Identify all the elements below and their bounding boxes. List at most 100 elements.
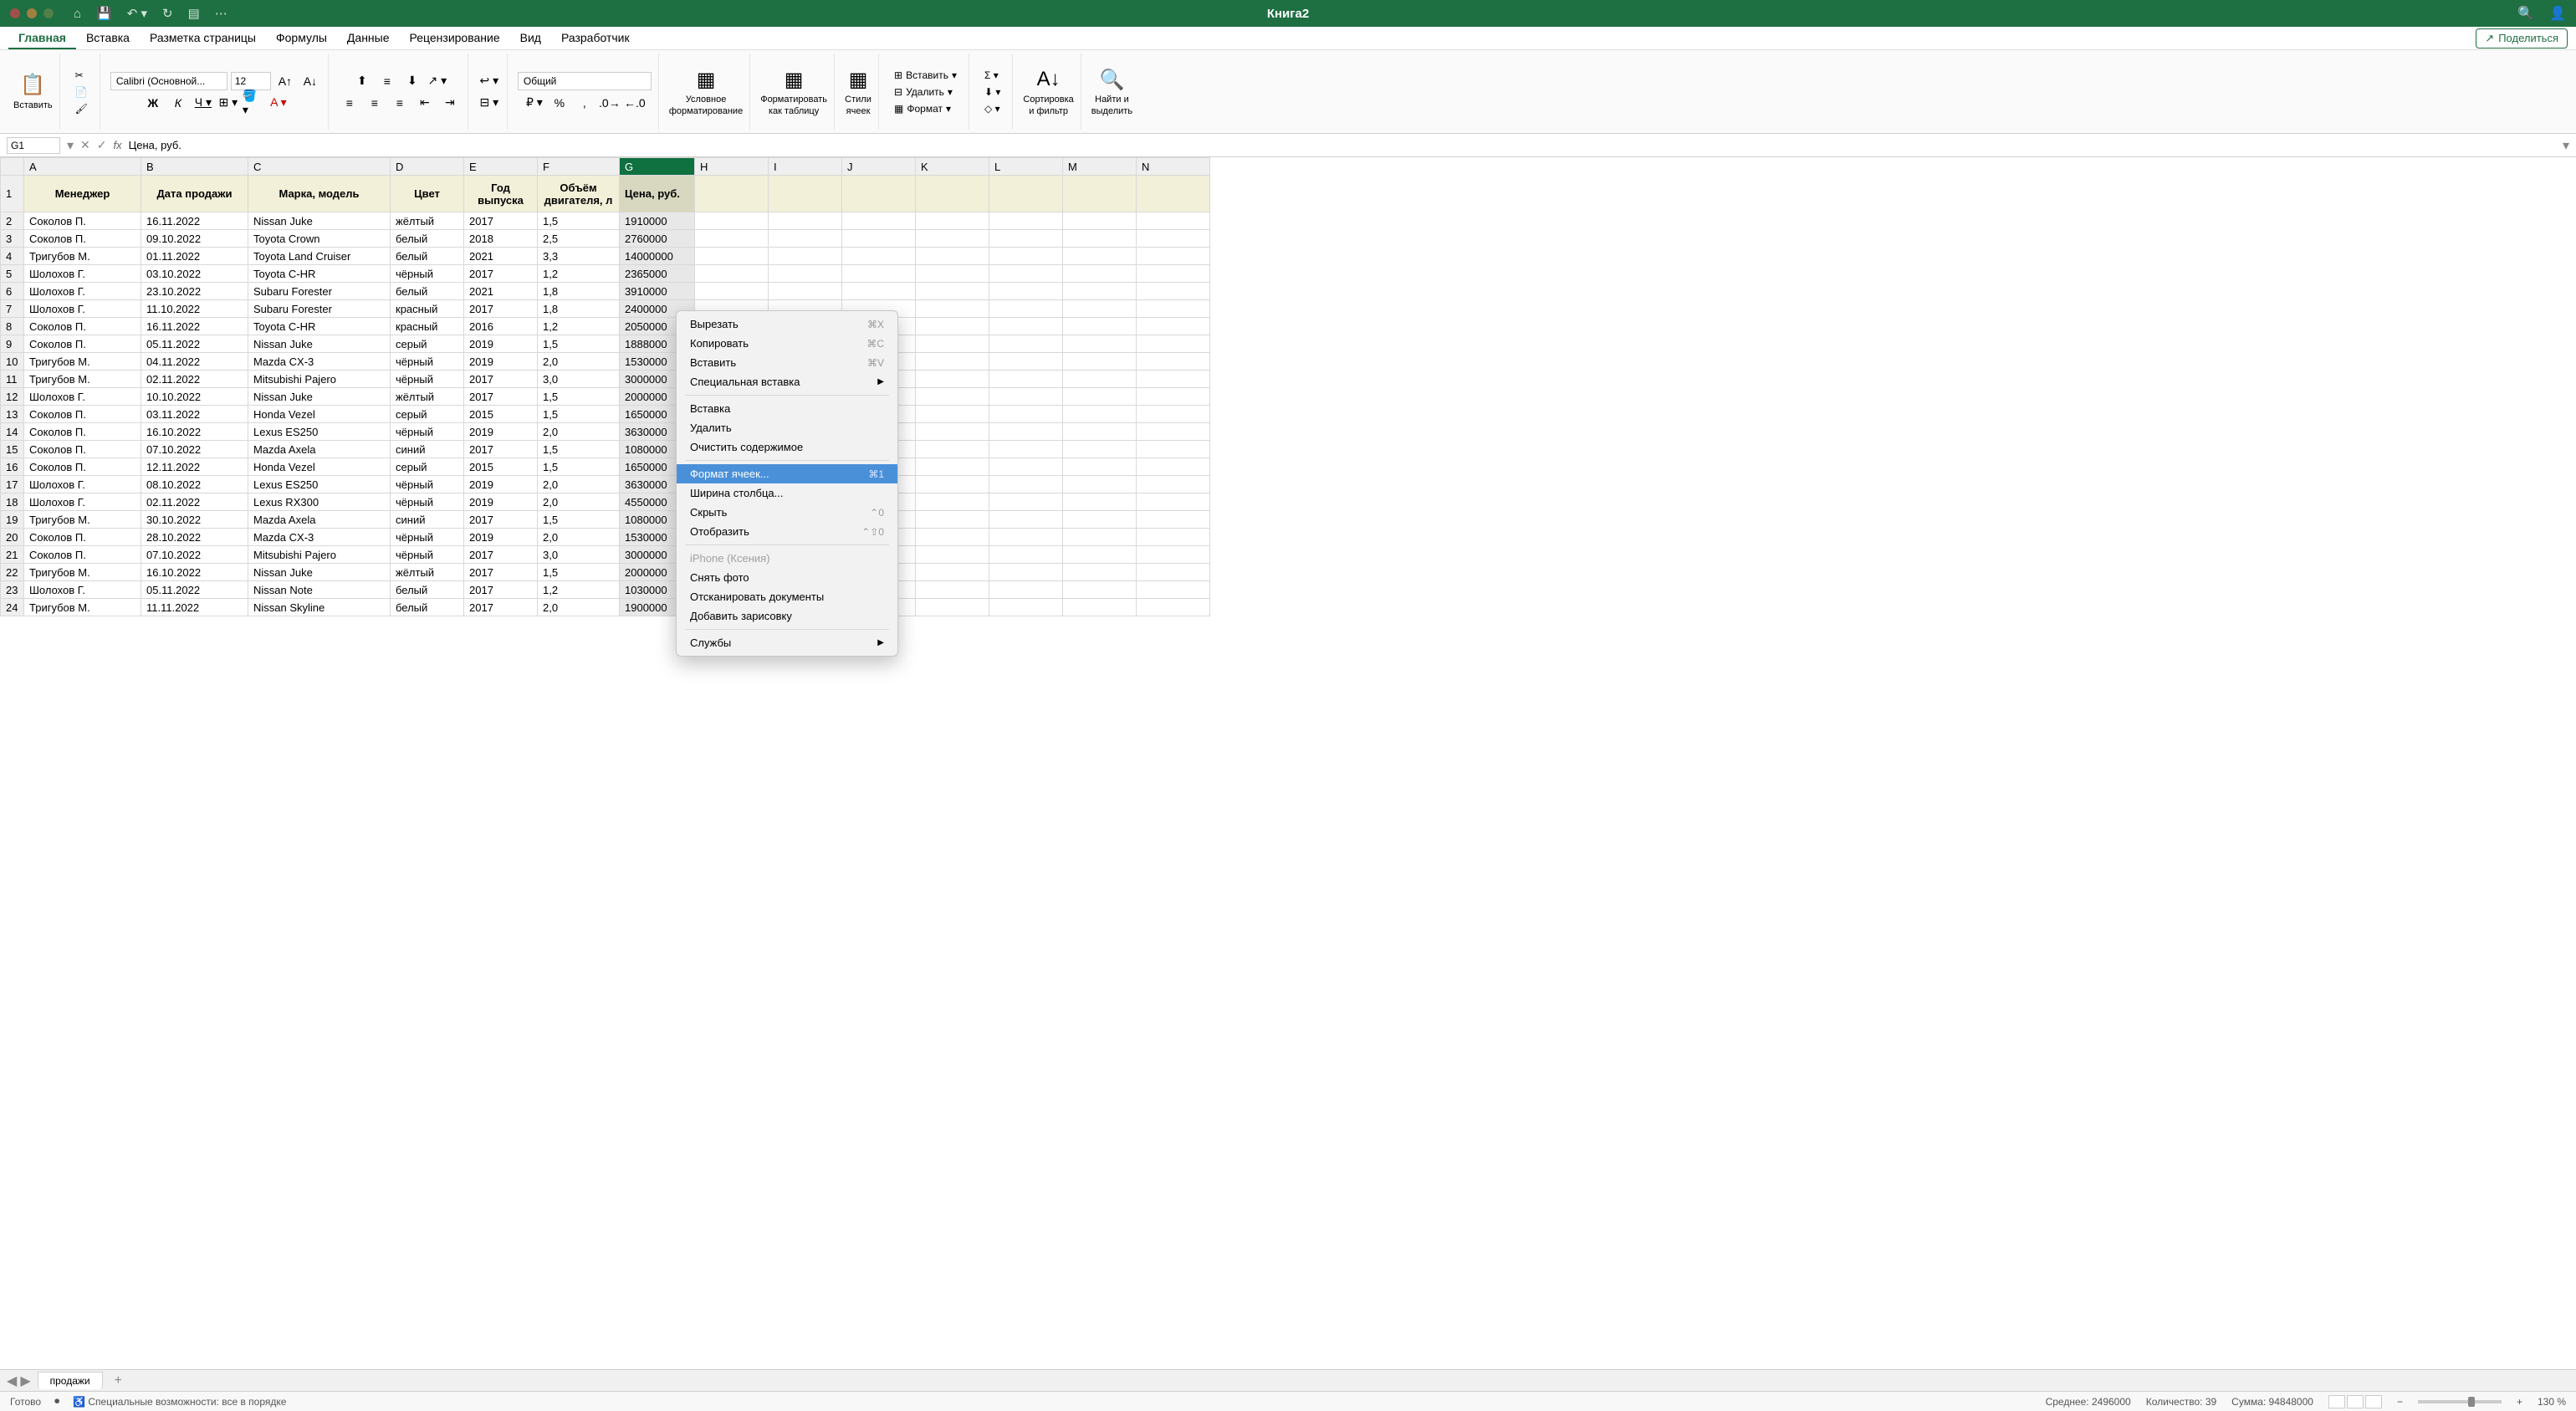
align-bottom-icon[interactable]: ⬇ [401,72,423,90]
share-button[interactable]: ↗ Поделиться [2476,28,2568,49]
increase-font-icon[interactable]: A↑ [274,72,296,90]
cell[interactable]: 05.11.2022 [141,581,248,599]
comma-icon[interactable]: , [574,94,595,112]
row-header[interactable]: 7 [1,300,24,318]
cell[interactable]: Соколов П. [24,212,141,230]
cell[interactable]: 28.10.2022 [141,529,248,546]
cell[interactable]: Lexus RX300 [248,493,391,511]
cell[interactable]: Mazda CX-3 [248,529,391,546]
row-header[interactable]: 19 [1,511,24,529]
cell[interactable] [1137,300,1210,318]
copy-button[interactable]: 📄 [70,84,93,100]
sheet-next-icon[interactable]: ▶ [20,1373,30,1389]
align-right-icon[interactable]: ≡ [389,94,411,112]
cell[interactable]: Соколов П. [24,529,141,546]
cell[interactable]: Цена, руб. [620,176,695,212]
align-left-icon[interactable]: ≡ [339,94,360,112]
cell[interactable]: Toyota Land Cruiser [248,248,391,265]
cell[interactable] [989,335,1063,353]
format-painter-button[interactable]: 🖌 [70,101,93,116]
cell[interactable]: Тригубов М. [24,511,141,529]
cell[interactable]: 3,3 [538,248,620,265]
cell[interactable] [1137,529,1210,546]
wrap-text-icon[interactable]: ↩ ▾ [478,72,500,90]
cell[interactable] [1063,423,1137,441]
cell[interactable] [989,248,1063,265]
cell[interactable] [1063,493,1137,511]
row-header[interactable]: 6 [1,283,24,300]
cell[interactable] [989,511,1063,529]
merge-cells-icon[interactable]: ⊟ ▾ [478,94,500,112]
align-center-icon[interactable]: ≡ [364,94,386,112]
cell[interactable]: 16.11.2022 [141,212,248,230]
more-icon[interactable]: ⋯ [215,6,227,21]
row-header[interactable]: 11 [1,371,24,388]
context-services[interactable]: Службы▶ [677,633,897,652]
cell[interactable] [695,248,769,265]
cell[interactable]: 2,0 [538,529,620,546]
cell[interactable] [989,599,1063,616]
cell[interactable]: Шолохов Г. [24,300,141,318]
cell[interactable]: 2760000 [620,230,695,248]
underline-button[interactable]: Ч ▾ [192,94,214,112]
cell[interactable] [842,248,916,265]
cell[interactable] [916,441,989,458]
borders-button[interactable]: ⊞ ▾ [217,94,239,112]
fill-color-button[interactable]: 🪣 ▾ [243,94,264,112]
cell[interactable]: чёрный [391,476,464,493]
cell[interactable] [1137,230,1210,248]
cancel-formula-icon[interactable]: ✕ [80,138,90,152]
cell[interactable]: 2015 [464,458,538,476]
fill-button[interactable]: ⬇ ▾ [979,84,1005,100]
cell[interactable] [1137,248,1210,265]
cell[interactable]: Шолохов Г. [24,476,141,493]
decrease-font-icon[interactable]: A↓ [299,72,321,90]
col-header-D[interactable]: D [391,158,464,176]
cell[interactable]: синий [391,441,464,458]
view-normal-icon[interactable] [2328,1395,2345,1408]
cell[interactable]: чёрный [391,529,464,546]
cell[interactable] [989,476,1063,493]
cell[interactable]: Шолохов Г. [24,581,141,599]
row-header[interactable]: 17 [1,476,24,493]
zoom-level[interactable]: 130 % [2538,1396,2566,1408]
cell[interactable]: белый [391,230,464,248]
currency-icon[interactable]: ₽ ▾ [524,94,545,112]
cell[interactable] [916,176,989,212]
autosum-button[interactable]: Σ ▾ [979,68,1005,83]
cell[interactable]: 2019 [464,529,538,546]
cell[interactable] [916,546,989,564]
cell[interactable]: Mitsubishi Pajero [248,371,391,388]
menu-главная[interactable]: Главная [8,28,76,49]
cell[interactable]: 08.10.2022 [141,476,248,493]
find-select-button[interactable]: 🔍 Найти и выделить [1091,66,1132,116]
menu-данные[interactable]: Данные [337,28,400,49]
cell[interactable]: 04.11.2022 [141,353,248,371]
decrease-decimal-icon[interactable]: ←.0 [624,94,646,112]
cell[interactable]: 3,0 [538,371,620,388]
cell[interactable] [769,230,842,248]
cell[interactable]: 07.10.2022 [141,441,248,458]
cell[interactable]: Mazda Axela [248,511,391,529]
name-box-dropdown-icon[interactable]: ▾ [67,137,74,154]
cell[interactable] [916,353,989,371]
cell[interactable]: 2365000 [620,265,695,283]
cell[interactable]: Honda Vezel [248,458,391,476]
cell[interactable]: Тригубов М. [24,599,141,616]
cell[interactable]: серый [391,406,464,423]
cell[interactable]: белый [391,599,464,616]
add-sheet-button[interactable]: + [110,1373,127,1388]
cell[interactable] [1063,581,1137,599]
row-header[interactable]: 21 [1,546,24,564]
cell[interactable] [989,529,1063,546]
cell[interactable]: 2018 [464,230,538,248]
cell[interactable] [989,230,1063,248]
cell[interactable] [1063,283,1137,300]
cell[interactable] [989,441,1063,458]
context-cut[interactable]: Вырезать⌘X [677,314,897,334]
cell[interactable] [1137,353,1210,371]
context-take-photo[interactable]: Снять фото [677,568,897,587]
cell[interactable] [1063,406,1137,423]
cell[interactable]: Toyota C-HR [248,318,391,335]
cell[interactable]: Год выпуска [464,176,538,212]
